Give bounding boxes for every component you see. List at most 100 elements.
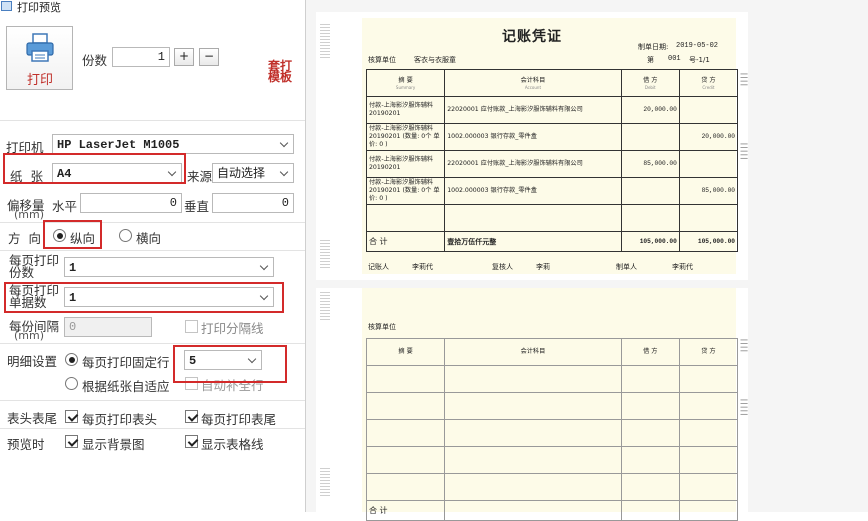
column-header: 贷 方 [678, 338, 739, 366]
printer-icon [26, 33, 54, 62]
side-tick: ┃┃┃┃┃ [740, 398, 747, 417]
side-tick: ┃┃┃┃┃ [740, 142, 747, 161]
column-header-label: 摘 要 [398, 76, 413, 84]
column-header: 借 方 Debit [620, 69, 680, 97]
offset-unit: (mm) [14, 208, 45, 221]
template-print-link[interactable]: 套打模板 [268, 59, 294, 84]
table-row [365, 446, 739, 474]
summary-cell: 付款-上海影汐服饰辅料 20190201 (数量: 0个 单价: 0 ) [365, 177, 446, 205]
bookkeeper-label: 记账人 [368, 263, 389, 271]
highlight-box [4, 282, 284, 313]
voucher-unit-label: 核算单位 [368, 56, 396, 64]
print-header-label: 每页打印表头 [82, 412, 158, 427]
summary-cell: 付款-上海影汐服饰辅料 20190201 (数量: 0个 单价: 0 ) [365, 123, 446, 151]
column-header: 借 方 [620, 338, 680, 366]
voucher-title: 记账凭证 [502, 29, 562, 45]
print-button-label: 打印 [26, 73, 53, 88]
copies-input[interactable]: 1 [112, 47, 170, 67]
show-gridlines-checkbox[interactable] [185, 435, 198, 448]
debit-cell: 85,000.00 [620, 150, 680, 178]
show-gridlines-label: 显示表格线 [201, 437, 264, 452]
voucher2-unit-label: 核算单位 [368, 323, 396, 331]
copy-gap-input[interactable]: 0 [64, 317, 152, 337]
table-row: 付款-上海影汐服饰辅料 20190201 22020001 应付账款_上海影汐服… [365, 150, 739, 178]
source-value: 自动选择 [217, 166, 266, 180]
divider [0, 120, 305, 121]
account-cell: 1002.000003 银行存款_零件盒 [444, 177, 622, 205]
reviewer-label: 复核人 [492, 263, 513, 271]
print-footer-checkbox[interactable] [185, 410, 198, 423]
reviewer-name: 李莉 [536, 263, 550, 271]
table-row: 付款-上海影汐服饰辅料 20190201 22020001 应付账款_上海影汐服… [365, 96, 739, 124]
copies-label: 份数 [82, 53, 108, 68]
summary-cell: 付款-上海影汐服饰辅料 20190201 [365, 96, 446, 124]
debit-cell: 20,000.00 [620, 96, 680, 124]
show-background-checkbox[interactable] [65, 435, 78, 448]
printer-value: HP LaserJet M1005 [57, 138, 180, 152]
print-settings-panel: 打印预览 打印 份数 1 + − 套打模板 打印机 HP LaserJet M1… [0, 0, 305, 512]
print-button[interactable]: 打印 [6, 26, 73, 90]
column-header: 会计科目 Account [444, 69, 622, 97]
divider [0, 400, 305, 401]
voucher-number-suffix: 号-1/1 [689, 56, 710, 64]
column-header: 摘 要 [365, 338, 446, 366]
column-header-sub: Credit [702, 84, 715, 90]
barcode [320, 240, 330, 270]
template-print-label: 套打模板 [268, 59, 293, 84]
table-row [365, 473, 739, 501]
voucher-number: 001 [668, 55, 681, 63]
side-tick: ┃┃┃┃ [740, 338, 747, 353]
highlight-box [43, 220, 102, 249]
separator-line-label: 打印分隔线 [201, 321, 264, 336]
offset-h-label: 水平 [52, 199, 78, 214]
table-row [365, 419, 739, 447]
credit-cell [678, 204, 739, 232]
total-credit: 105,000.00 [678, 231, 739, 252]
voucher-number-label: 第 [647, 56, 654, 64]
preview-options-label: 预览时 [7, 437, 45, 452]
print-preview-area[interactable]: 记账凭证 制单日期: 2019-05-02 核算单位 客衣与衣服童 第 001 … [306, 0, 868, 521]
column-header-label: 借 方 [643, 76, 658, 84]
column-header-sub: Debit [644, 84, 656, 90]
offset-v-input[interactable]: 0 [212, 193, 294, 213]
orientation-label: 方 向 [8, 231, 43, 246]
maker-label: 制单人 [616, 263, 637, 271]
offset-h-input[interactable]: 0 [80, 193, 182, 213]
table-row: 付款-上海影汐服饰辅料 20190201 (数量: 0个 单价: 0 ) 100… [365, 123, 739, 151]
credit-cell [678, 96, 739, 124]
side-tick: ┃┃┃┃ [740, 72, 747, 87]
orientation-landscape-label: 横向 [136, 231, 162, 246]
print-footer-label: 每页打印表尾 [201, 412, 277, 427]
column-header-sub: Account [524, 84, 542, 90]
copies-per-page-select[interactable]: 1 [64, 257, 274, 277]
separator-line-checkbox[interactable] [185, 320, 198, 333]
voucher-unit-name: 客衣与衣服童 [414, 56, 456, 64]
source-label: 来源 [187, 169, 213, 184]
copies-plus-button[interactable]: + [174, 48, 194, 66]
divider [0, 343, 305, 344]
source-select[interactable]: 自动选择 [212, 163, 294, 183]
table-row [365, 204, 739, 232]
account-cell [444, 204, 622, 232]
bookkeeper-name: 李莉代 [412, 263, 433, 271]
account-cell: 22020001 应付账款_上海影汐服饰辅料有限公司 [444, 150, 622, 178]
total-row: 合 计 [365, 500, 739, 521]
maker-name: 李莉代 [672, 263, 693, 271]
copies-minus-button[interactable]: − [199, 48, 219, 66]
column-header: 会计科目 [444, 338, 622, 366]
show-background-label: 显示背景图 [82, 437, 145, 452]
highlight-box [173, 345, 287, 383]
debit-cell [620, 204, 680, 232]
orientation-landscape-radio[interactable] [119, 229, 132, 242]
table-header-row: 摘 要 Summary 会计科目 Account 借 方 Debit 贷 方 Credi… [365, 69, 739, 97]
auto-fit-radio[interactable] [65, 377, 78, 390]
column-header-sub: Summary [395, 84, 416, 90]
print-header-checkbox[interactable] [65, 410, 78, 423]
printer-select[interactable]: HP LaserJet M1005 [52, 134, 294, 154]
divider [0, 428, 305, 429]
copy-gap-unit: (mm) [14, 329, 45, 342]
fixed-rows-radio[interactable] [65, 353, 78, 366]
table-row [365, 365, 739, 393]
voucher-date: 2019-05-02 [676, 42, 719, 50]
credit-cell: 20,000.00 [678, 123, 739, 151]
